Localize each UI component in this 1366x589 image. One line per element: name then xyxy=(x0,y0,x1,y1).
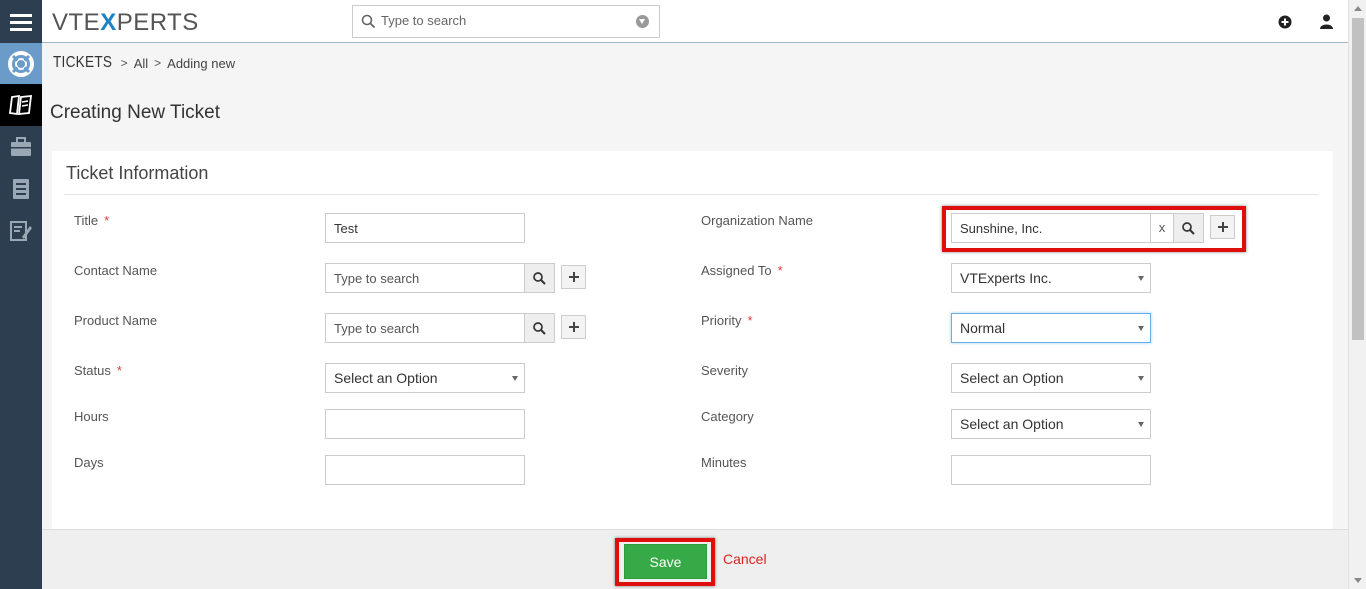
priority-label: Priority * xyxy=(701,313,753,328)
product-name-label: Product Name xyxy=(74,313,158,328)
briefcase-icon xyxy=(11,137,31,156)
left-rail xyxy=(0,0,42,589)
status-label: Status * xyxy=(74,363,122,378)
tickets-icon xyxy=(9,94,33,116)
organization-reference: x xyxy=(951,213,1235,243)
scroll-up-icon[interactable] xyxy=(1354,6,1362,11)
organization-name-input[interactable] xyxy=(951,213,1151,243)
breadcrumb-all[interactable]: All xyxy=(134,56,148,71)
add-circle-icon[interactable] xyxy=(1278,15,1292,32)
product-name-input[interactable] xyxy=(325,313,525,343)
notes-icon xyxy=(10,221,32,241)
cancel-link[interactable]: Cancel xyxy=(723,551,767,567)
contact-search-button[interactable] xyxy=(524,263,555,293)
contact-add-button[interactable] xyxy=(561,265,586,289)
product-search-button[interactable] xyxy=(524,313,555,343)
save-button[interactable]: Save xyxy=(624,544,707,579)
severity-select[interactable]: Select an Option xyxy=(951,363,1151,393)
category-label: Category xyxy=(701,409,754,424)
menu-icon xyxy=(10,13,32,31)
scroll-thumb[interactable] xyxy=(1352,18,1364,340)
dropdown-arrow-icon xyxy=(1138,276,1144,281)
organization-add-button[interactable] xyxy=(1210,215,1235,239)
days-input[interactable] xyxy=(325,455,525,485)
top-header: VTEXPERTS xyxy=(42,0,1348,43)
dropdown-arrow-icon xyxy=(1138,326,1144,331)
page-title: Creating New Ticket xyxy=(50,102,221,123)
rail-item-tickets[interactable] xyxy=(0,84,42,126)
menu-button[interactable] xyxy=(0,0,42,43)
title-input[interactable] xyxy=(325,213,525,243)
scroll-down-icon[interactable] xyxy=(1354,578,1362,583)
chevron-right-icon: > xyxy=(120,56,128,70)
priority-select[interactable]: Normal xyxy=(951,313,1151,343)
status-select[interactable]: Select an Option xyxy=(325,363,525,393)
category-select[interactable]: Select an Option xyxy=(951,409,1151,439)
organization-search-button[interactable] xyxy=(1173,213,1204,243)
divider xyxy=(64,194,1318,195)
hours-input[interactable] xyxy=(325,409,525,439)
rail-item-help[interactable] xyxy=(0,43,42,85)
search-icon xyxy=(1182,221,1195,235)
documents-icon xyxy=(13,179,29,199)
search-icon xyxy=(361,14,376,29)
plus-icon xyxy=(568,272,579,282)
minutes-input[interactable] xyxy=(951,455,1151,485)
contact-name-label: Contact Name xyxy=(74,263,158,278)
vertical-scrollbar[interactable] xyxy=(1348,0,1366,589)
global-search xyxy=(352,5,660,38)
hours-label: Hours xyxy=(74,409,109,424)
breadcrumb-current: Adding new xyxy=(167,55,236,71)
dropdown-arrow-icon xyxy=(512,376,518,381)
search-input[interactable] xyxy=(381,13,621,28)
rail-item-briefcase[interactable] xyxy=(0,126,42,168)
breadcrumb: TICKETS > All > Adding new xyxy=(53,54,235,72)
assigned-to-label: Assigned To * xyxy=(701,263,783,278)
help-lifebuoy-icon xyxy=(8,51,34,77)
breadcrumb-module[interactable]: TICKETS xyxy=(53,54,112,72)
assigned-to-select[interactable]: VTExperts Inc. xyxy=(951,263,1151,293)
title-label: Title * xyxy=(74,213,110,228)
section-title: Ticket Information xyxy=(66,163,209,183)
rail-item-notes[interactable] xyxy=(0,210,42,252)
chevron-down-icon[interactable] xyxy=(636,15,649,28)
plus-icon xyxy=(1217,222,1228,232)
chevron-right-icon: > xyxy=(154,56,162,70)
logo: VTEXPERTS xyxy=(52,9,199,36)
minutes-label: Minutes xyxy=(701,455,747,470)
search-icon xyxy=(533,321,546,335)
plus-icon xyxy=(568,322,579,332)
severity-label: Severity xyxy=(701,363,748,378)
dropdown-arrow-icon xyxy=(1138,422,1144,427)
user-icon[interactable] xyxy=(1320,14,1333,32)
product-add-button[interactable] xyxy=(561,315,586,339)
contact-name-input[interactable] xyxy=(325,263,525,293)
dropdown-arrow-icon xyxy=(1138,376,1144,381)
organization-name-label: Organization Name xyxy=(701,213,813,228)
search-icon xyxy=(533,271,546,285)
clear-organization-button[interactable]: x xyxy=(1150,213,1174,243)
rail-item-documents[interactable] xyxy=(0,168,42,210)
days-label: Days xyxy=(74,455,104,470)
